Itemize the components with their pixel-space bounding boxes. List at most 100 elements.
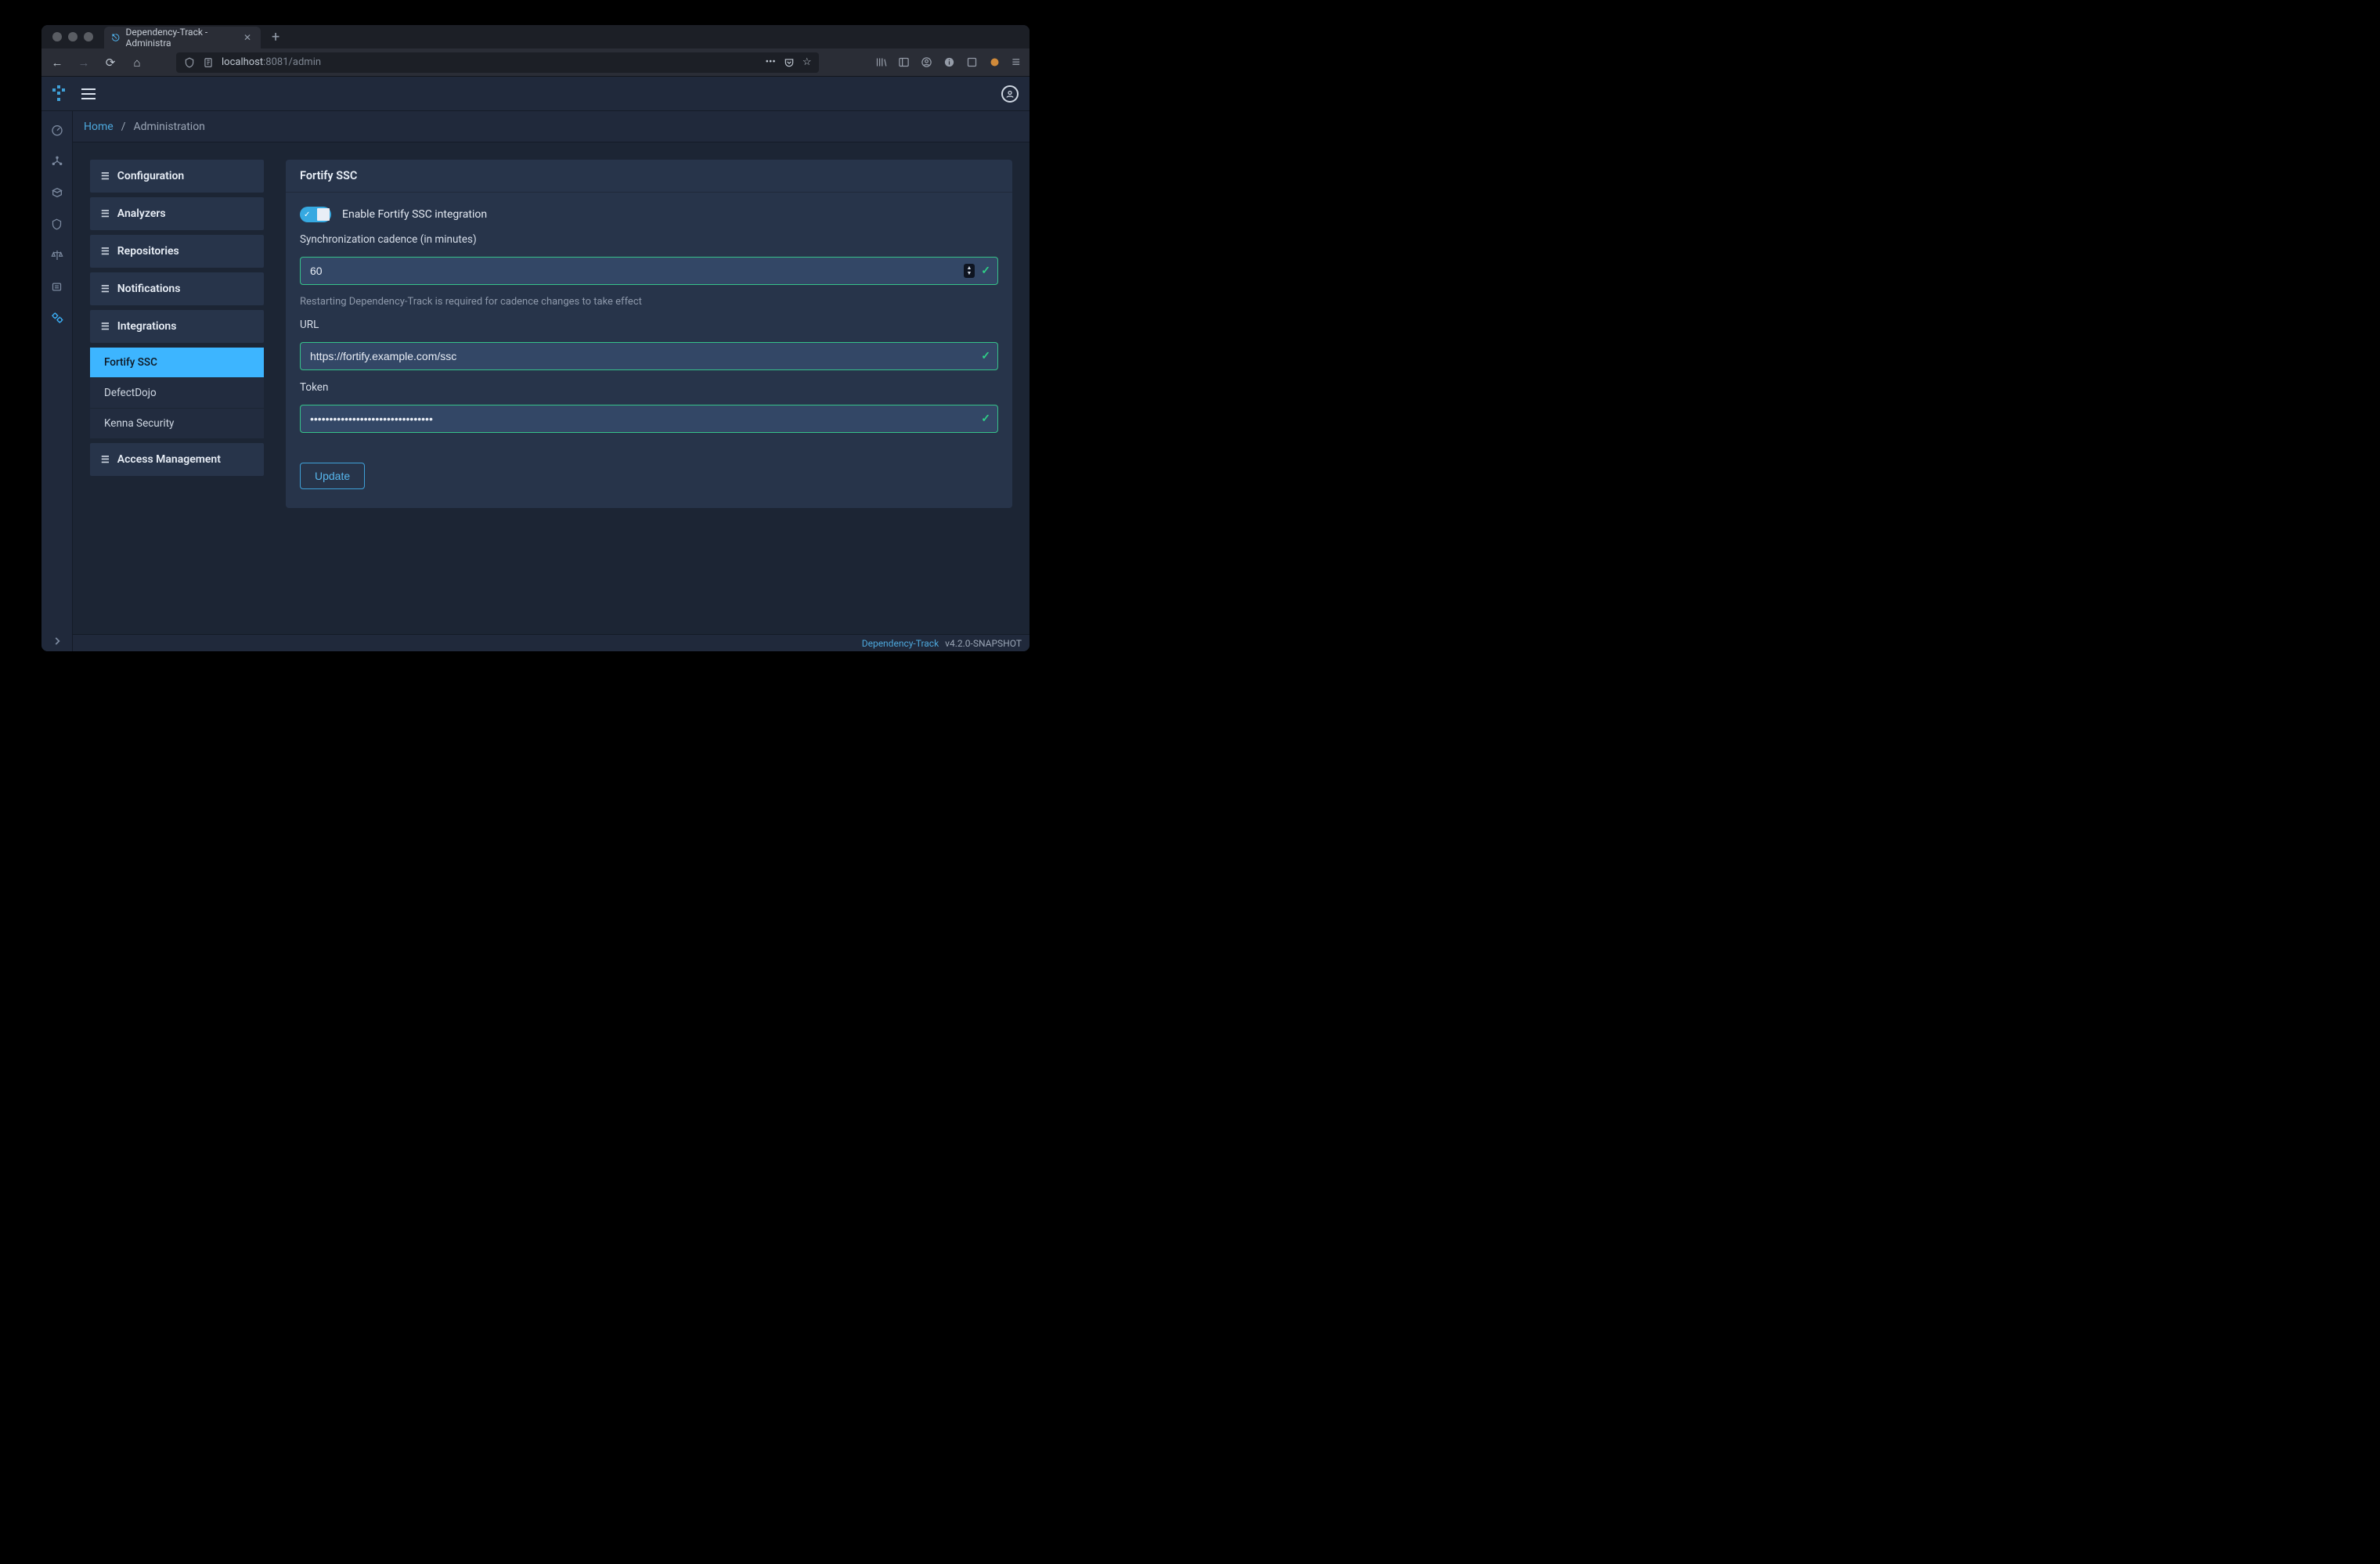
cadence-input[interactable] (300, 257, 998, 285)
app-body: Home / Administration ☰ Configuration ☰ … (41, 111, 1030, 651)
url-input-wrap: ✓ (300, 342, 998, 370)
home-button[interactable]: ⌂ (126, 52, 148, 74)
new-tab-button[interactable]: + (265, 29, 286, 45)
nav-sub-kenna[interactable]: Kenna Security (90, 409, 264, 438)
sidebar-toggle-button[interactable] (81, 88, 96, 100)
pocket-icon[interactable] (784, 57, 795, 68)
nav-analyzers[interactable]: ☰ Analyzers (90, 197, 264, 230)
panel-title: Fortify SSC (286, 160, 1012, 193)
reload-button[interactable]: ⟳ (99, 52, 121, 74)
list-icon: ☰ (101, 208, 110, 219)
admin-nav: ☰ Configuration ☰ Analyzers ☰ Repositori… (90, 160, 264, 476)
enable-toggle-label: Enable Fortify SSC integration (342, 208, 487, 221)
footer-product-link[interactable]: Dependency-Track (862, 638, 939, 649)
url-text: localhost:8081/admin (222, 56, 321, 68)
list-icon: ☰ (101, 246, 110, 257)
breadcrumb-sep: / (121, 121, 126, 133)
token-input-wrap: ✓ (300, 405, 998, 433)
nav-sub-defectdojo[interactable]: DefectDojo (90, 378, 264, 408)
meatball-icon[interactable]: ••• (766, 56, 776, 68)
number-stepper[interactable]: ▲▼ (964, 264, 975, 278)
breadcrumb: Home / Administration (73, 111, 1030, 142)
footer-version: v4.2.0-SNAPSHOT (945, 638, 1022, 649)
rail-licenses[interactable] (41, 241, 73, 269)
side-rail (41, 111, 73, 651)
nav-integrations-subgroup: Fortify SSC DefectDojo Kenna Security (90, 348, 264, 438)
rail-administration[interactable] (41, 304, 73, 332)
rail-dashboard[interactable] (41, 116, 73, 144)
breadcrumb-home[interactable]: Home (84, 121, 114, 133)
nav-label: Notifications (117, 283, 181, 295)
app-header (41, 77, 1030, 111)
address-bar[interactable]: localhost:8081/admin ••• ☆ (176, 52, 819, 73)
enable-fortify-toggle[interactable]: ✓ (300, 207, 331, 222)
browser-tab[interactable]: ⎋ Dependency-Track - Administra ✕ (104, 27, 261, 49)
content-area: ☰ Configuration ☰ Analyzers ☰ Repositori… (73, 142, 1030, 634)
check-icon: ✓ (304, 211, 310, 219)
valid-check-icon: ✓ (981, 350, 990, 362)
library-icon[interactable] (875, 56, 887, 68)
maximize-window-dot[interactable] (84, 32, 93, 41)
url-label: URL (300, 319, 998, 331)
shield-icon (184, 57, 195, 68)
browser-window: ⎋ Dependency-Track - Administra ✕ + ← → … (41, 25, 1030, 651)
sidebar-toggle-icon[interactable] (898, 56, 910, 68)
hamburger-menu-icon[interactable]: ≡ (1012, 54, 1020, 70)
toolbar-right: ≡ (871, 54, 1025, 70)
nav-label: Configuration (117, 170, 184, 182)
user-menu-button[interactable] (1001, 85, 1019, 103)
browser-tab-bar: ⎋ Dependency-Track - Administra ✕ + (41, 25, 1030, 49)
token-input[interactable] (300, 405, 998, 433)
settings-panel: Fortify SSC ✓ Enable Fortify SSC integra… (286, 160, 1012, 508)
nav-repositories[interactable]: ☰ Repositories (90, 235, 264, 268)
account-icon[interactable] (921, 56, 932, 68)
app-footer: Dependency-Track v4.2.0-SNAPSHOT (73, 634, 1030, 651)
list-icon: ☰ (101, 321, 110, 332)
nav-label: Analyzers (117, 207, 166, 220)
nav-sub-fortify-ssc[interactable]: Fortify SSC (90, 348, 264, 377)
info-icon[interactable] (943, 56, 955, 68)
browser-toolbar: ← → ⟳ ⌂ localhost:8081/admin ••• ☆ (41, 49, 1030, 77)
extension-a-icon[interactable] (966, 56, 978, 68)
list-icon: ☰ (101, 454, 110, 465)
nav-configuration[interactable]: ☰ Configuration (90, 160, 264, 193)
nav-label: Repositories (117, 245, 179, 258)
rail-policy[interactable] (41, 272, 73, 301)
update-button[interactable]: Update (300, 463, 365, 489)
forward-button[interactable]: → (73, 52, 95, 74)
list-icon: ☰ (101, 283, 110, 294)
extension-b-icon[interactable] (989, 56, 1001, 68)
page-info-icon (203, 57, 214, 68)
nav-label: Access Management (117, 453, 221, 466)
bookmark-star-icon[interactable]: ☆ (802, 56, 812, 68)
nav-integrations[interactable]: ☰ Integrations (90, 310, 264, 343)
valid-check-icon: ✓ (981, 413, 990, 425)
workspace: Home / Administration ☰ Configuration ☰ … (73, 111, 1030, 651)
cadence-label: Synchronization cadence (in minutes) (300, 233, 998, 246)
cadence-input-wrap: ▲▼ ✓ (300, 257, 998, 285)
rail-components[interactable] (41, 178, 73, 207)
rail-expand-button[interactable] (41, 636, 72, 647)
nav-notifications[interactable]: ☰ Notifications (90, 272, 264, 305)
breadcrumb-current: Administration (133, 121, 204, 133)
cadence-help: Restarting Dependency-Track is required … (300, 296, 998, 308)
close-window-dot[interactable] (52, 32, 62, 41)
nav-access-management[interactable]: ☰ Access Management (90, 443, 264, 476)
list-icon: ☰ (101, 171, 110, 182)
nav-label: Integrations (117, 320, 177, 333)
minimize-window-dot[interactable] (68, 32, 78, 41)
close-tab-button[interactable]: ✕ (242, 32, 253, 43)
rail-vulnerabilities[interactable] (41, 210, 73, 238)
rail-projects[interactable] (41, 147, 73, 175)
window-controls (46, 32, 99, 41)
toggle-knob (317, 208, 330, 221)
app-logo-icon (52, 85, 67, 103)
enable-toggle-row: ✓ Enable Fortify SSC integration (300, 207, 998, 222)
back-button[interactable]: ← (46, 52, 68, 74)
tab-title: Dependency-Track - Administra (126, 27, 236, 49)
token-label: Token (300, 381, 998, 394)
url-input[interactable] (300, 342, 998, 370)
tab-favicon-icon: ⎋ (112, 32, 120, 44)
valid-check-icon: ✓ (981, 265, 990, 277)
panel-body: ✓ Enable Fortify SSC integration Synchro… (286, 193, 1012, 508)
